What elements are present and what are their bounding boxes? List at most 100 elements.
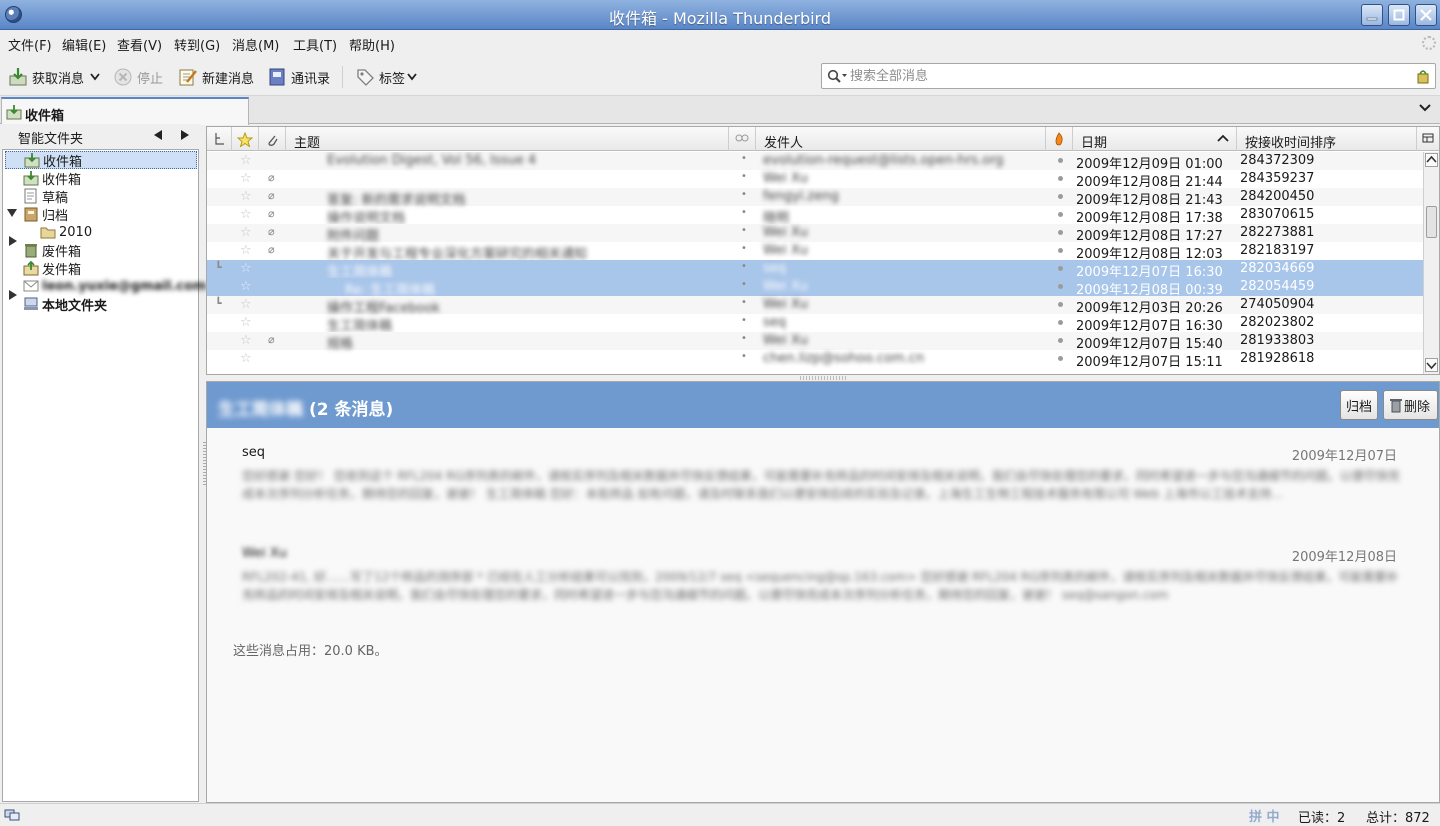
folder-inbox-unified[interactable]: 收件箱 (5, 151, 197, 170)
folder-sent[interactable]: 发件箱 (23, 259, 81, 278)
menu-view[interactable]: 查看(V) (117, 35, 162, 54)
star-toggle-icon[interactable]: ☆ (240, 279, 252, 294)
chevron-down-icon[interactable] (90, 73, 100, 81)
folder-label: 2010 (59, 224, 93, 240)
attachment-icon: ⌀ (268, 207, 275, 220)
star-toggle-icon[interactable]: ☆ (240, 171, 252, 186)
minimize-button[interactable] (1361, 4, 1383, 26)
column-attachment[interactable] (259, 127, 286, 151)
collapsed-twisty-icon[interactable] (9, 236, 17, 246)
menu-edit[interactable]: 编辑(E) (62, 35, 106, 54)
local-folders[interactable]: 本地文件夹 (23, 295, 107, 314)
column-junk[interactable] (729, 127, 756, 151)
attachment-icon (268, 135, 278, 146)
junk-indicator-icon: • (741, 171, 747, 182)
main-toolbar: 获取消息 停止 新建消息 通讯录 标签 (0, 56, 1440, 96)
star-toggle-icon[interactable]: ☆ (240, 153, 252, 168)
address-book-button[interactable]: 通讯录 (267, 65, 330, 89)
column-received-order[interactable]: 按接收时间排序 (1237, 127, 1417, 151)
star-toggle-icon[interactable]: ☆ (240, 315, 252, 330)
star-toggle-icon[interactable]: ☆ (240, 189, 252, 204)
next-folder-view-icon[interactable] (181, 130, 189, 140)
column-subject[interactable]: 主题 (286, 127, 729, 151)
star-toggle-icon[interactable]: ☆ (240, 225, 252, 240)
menu-message[interactable]: 消息(M) (232, 35, 279, 54)
message-row-selected[interactable]: ☆ Re: 生工简体稿 • Wei Xu 2009年12月08日 00:39 2… (207, 278, 1423, 298)
column-starred[interactable] (232, 127, 259, 151)
star-toggle-icon[interactable]: ☆ (240, 261, 252, 276)
search-clear-icon[interactable] (1416, 68, 1430, 84)
tab-inbox[interactable]: 收件箱 (1, 97, 249, 125)
scroll-down-button[interactable] (1425, 358, 1438, 372)
thread-icon (215, 133, 224, 145)
message-row[interactable]: ☆ ⌀ 附件问题 • Wei Xu 2009年12月08日 17:27 2822… (207, 224, 1423, 244)
star-toggle-icon[interactable]: ☆ (240, 333, 252, 348)
mail-account[interactable]: leon.yuxie@gmail.com (23, 277, 206, 295)
message-row[interactable]: ☆ • chen.lizp@sohoo.com.cn 2009年12月07日 1… (207, 350, 1423, 370)
folder-label: 废件箱 (42, 244, 82, 260)
message-row[interactable]: ☆ ⌀ • Wei Xu 2009年12月08日 21:44 284359237 (207, 170, 1423, 190)
message-row[interactable]: ☆ ⌀ 关于开发与工程专业深化方案研究的相关通知 • Wei Xu 2009年1… (207, 242, 1423, 262)
thread-scrollbar[interactable] (1423, 152, 1439, 374)
delete-button[interactable]: 删除 (1383, 390, 1438, 420)
search-icon[interactable] (827, 69, 847, 83)
message-received-order: 282054459 (1240, 279, 1315, 294)
star-toggle-icon[interactable]: ☆ (240, 351, 252, 366)
get-mail-button[interactable]: 获取消息 (8, 65, 100, 89)
chevron-down-icon (407, 73, 417, 81)
folder-archive-2010[interactable]: 2010 (40, 223, 92, 241)
splitter-grip (800, 376, 846, 380)
search-input[interactable] (850, 67, 1410, 85)
expand-twisty-icon[interactable] (7, 209, 17, 217)
folder-inbox[interactable]: 收件箱 (23, 169, 81, 188)
window-title: 收件箱 - Mozilla Thunderbird (609, 9, 831, 28)
write-button[interactable]: 新建消息 (178, 65, 254, 89)
close-button[interactable] (1415, 4, 1437, 26)
column-thread[interactable] (207, 127, 232, 151)
maximize-button[interactable] (1388, 4, 1410, 26)
message-author: seq (242, 445, 266, 460)
folder-drafts[interactable]: 草稿 (23, 187, 69, 206)
menu-help[interactable]: 帮助(H) (349, 35, 395, 54)
menu-tools[interactable]: 工具(T) (293, 35, 337, 54)
account-email-label: leon.yuxie@gmail.com (42, 278, 207, 294)
folder-pane-header: 智能文件夹 (0, 124, 201, 148)
message-row[interactable]: ☆ Evolution Digest, Vol 56, Issue 4 • ev… (207, 152, 1423, 172)
thread-summary-title: 生工简体稿 (2 条消息) (218, 395, 393, 420)
trash-icon (23, 242, 39, 258)
previous-folder-view-icon[interactable] (154, 130, 162, 140)
online-status-icon[interactable] (4, 808, 20, 822)
star-toggle-icon[interactable]: ☆ (240, 297, 252, 312)
folder-trash[interactable]: 废件箱 (23, 241, 82, 260)
search-box[interactable] (821, 63, 1436, 89)
column-from[interactable]: 发件人 (756, 127, 1046, 151)
message-date: 2009年12月08日 (1291, 550, 1397, 565)
star-toggle-icon[interactable]: ☆ (240, 243, 252, 258)
scroll-up-button[interactable] (1425, 153, 1438, 167)
message-row[interactable]: ☆ ⌀ 答复: 新的需求说明文档 • fengyi.zeng 2009年12月0… (207, 188, 1423, 208)
menu-file[interactable]: 文件(F) (8, 35, 52, 54)
tag-button[interactable]: 标签 (355, 65, 417, 89)
column-date[interactable]: 日期 (1073, 127, 1237, 151)
collapsed-twisty-icon[interactable] (9, 290, 17, 300)
tab-label: 收件箱 (25, 109, 65, 124)
folder-label: 草稿 (42, 190, 69, 206)
column-priority[interactable] (1046, 127, 1073, 151)
message-row-selected[interactable]: ┗ ☆ 生工简体稿 • seq 2009年12月07日 16:30 282034… (207, 260, 1423, 280)
tab-list-chevron-icon[interactable] (1418, 103, 1432, 113)
archive-button[interactable]: 归档 (1340, 390, 1378, 420)
tag-icon (355, 67, 375, 87)
message-row[interactable]: ☆ ⌀ 规格 • Wei Xu 2009年12月07日 15:40 281933… (207, 332, 1423, 352)
messages-size-note: 这些消息占用：20.0 KB。 (233, 644, 388, 659)
message-row[interactable]: ☆ 生工简体稿 • seq 2009年12月07日 16:30 28202380… (207, 314, 1423, 334)
menu-go[interactable]: 转到(G) (174, 35, 220, 54)
message-row[interactable]: ┗ ☆ 操作工程Facebook • Wei Xu 2009年12月03日 20… (207, 296, 1423, 316)
scroll-thumb[interactable] (1426, 206, 1437, 238)
message-row[interactable]: ☆ ⌀ 操作说明文档 • 晓明 2009年12月08日 17:38 283070… (207, 206, 1423, 226)
folder-archive[interactable]: 归档 (23, 205, 68, 224)
sort-ascending-icon (1217, 134, 1229, 142)
star-toggle-icon[interactable]: ☆ (240, 207, 252, 222)
column-picker[interactable] (1417, 127, 1439, 151)
toolbar-separator (342, 66, 343, 88)
stop-button[interactable]: 停止 (113, 65, 163, 89)
